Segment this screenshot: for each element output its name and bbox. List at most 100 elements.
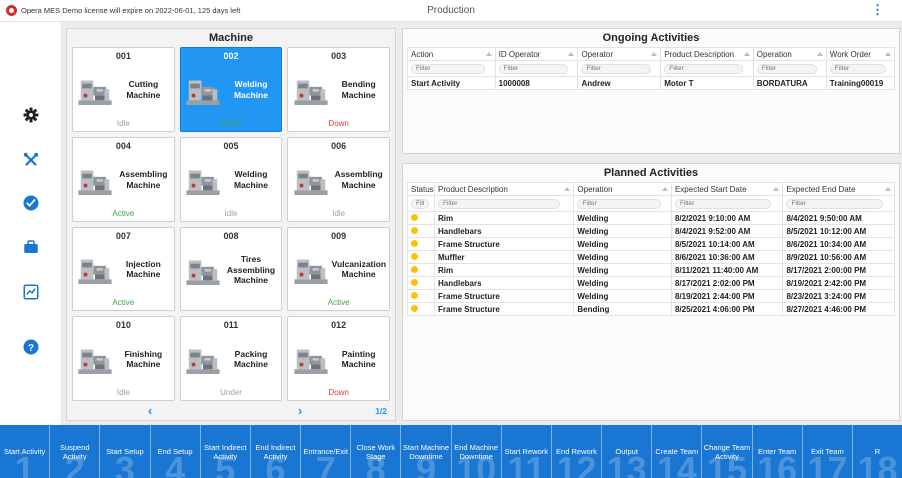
machine-card-body: Assembling Machine xyxy=(290,152,387,208)
filter-cell xyxy=(578,61,661,77)
planned-activity-row[interactable]: RimWelding8/11/2021 11:40:00 AM8/17/2021… xyxy=(408,264,895,277)
machine-status: Under xyxy=(220,387,242,399)
action-button-end-indirect-activity[interactable]: 6End Indirect Activity xyxy=(250,425,300,478)
planned-activity-row[interactable]: HandlebarsWelding8/4/2021 9:52:00 AM8/5/… xyxy=(408,225,895,238)
column-header-operation[interactable]: Operation xyxy=(753,48,826,61)
machine-card-002[interactable]: 002Welding MachineActive xyxy=(180,47,283,132)
filter-cell xyxy=(408,196,435,212)
machine-photo xyxy=(76,249,114,289)
settings-gear-icon[interactable] xyxy=(22,106,40,124)
machine-card-009[interactable]: 009Vulcanization MachineActive xyxy=(287,227,390,312)
machine-card-body: Packing Machine xyxy=(183,331,280,387)
machine-card-003[interactable]: 003Bending MachineDown xyxy=(287,47,390,132)
machine-card-006[interactable]: 006Assembling MachineIdle xyxy=(287,137,390,222)
action-button-suspend-activity[interactable]: 2Suspend Activity xyxy=(49,425,99,478)
column-header-status[interactable]: Status xyxy=(408,183,435,196)
column-header-expected-end-date[interactable]: Expected End Date xyxy=(783,183,895,196)
machine-photo xyxy=(184,339,222,379)
action-button-start-indirect-activity[interactable]: 5Start Indirect Activity xyxy=(200,425,250,478)
machine-card-body: Cutting Machine xyxy=(75,62,172,118)
machine-card-body: Assembling Machine xyxy=(75,152,172,208)
button-label: Entrance/Exit xyxy=(303,447,348,456)
machine-card-007[interactable]: 007Injection MachineActive xyxy=(72,227,175,312)
filter-cell xyxy=(661,61,754,77)
cell: Welding xyxy=(574,290,672,303)
planned-activity-row[interactable]: Frame StructureBending8/25/2021 4:06:00 … xyxy=(408,303,895,316)
machine-card-008[interactable]: 008Tires Assembling Machine xyxy=(180,227,283,312)
machine-name: Cutting Machine xyxy=(116,79,170,100)
action-button-end-rework[interactable]: 12End Rework xyxy=(551,425,601,478)
action-button-end-machine-downtime[interactable]: 10End Machine Downtime xyxy=(451,425,501,478)
column-header-id-operator[interactable]: ID Operator xyxy=(495,48,578,61)
filter-input-operation[interactable] xyxy=(577,199,660,209)
briefcase-icon[interactable] xyxy=(22,238,40,256)
machine-card-012[interactable]: 012Painting MachineDown xyxy=(287,316,390,401)
filter-input-action[interactable] xyxy=(411,64,485,74)
column-header-operator[interactable]: Operator xyxy=(578,48,661,61)
filter-cell xyxy=(671,196,783,212)
filter-input-operator[interactable] xyxy=(581,64,651,74)
action-button-start-machine-downtime[interactable]: 9Start Machine Downtime xyxy=(400,425,450,478)
sort-caret-icon xyxy=(885,187,891,191)
machine-card-011[interactable]: 011Packing MachineUnder xyxy=(180,316,283,401)
planned-activity-row[interactable]: MufflerWelding8/6/2021 10:36:00 AM8/9/20… xyxy=(408,251,895,264)
column-header-action[interactable]: Action xyxy=(408,48,496,61)
ongoing-activity-row[interactable]: Start Activity1000008AndrewMotor TBORDAT… xyxy=(408,77,895,90)
machine-status: Active xyxy=(112,208,134,220)
column-header-product-description[interactable]: Product Description xyxy=(661,48,754,61)
planned-activity-row[interactable]: HandlebarsWelding8/17/2021 2:02:00 PM8/1… xyxy=(408,277,895,290)
machine-name: Welding Machine xyxy=(224,169,278,190)
status-cell xyxy=(408,212,435,225)
machine-card-010[interactable]: 010Finishing MachineIdle xyxy=(72,316,175,401)
machine-number: 012 xyxy=(331,318,346,331)
machine-name: Assembling Machine xyxy=(332,169,386,190)
menu-kebab-icon[interactable]: ⋮ xyxy=(871,3,884,16)
action-button-end-setup[interactable]: 4End Setup xyxy=(150,425,200,478)
action-button-create-team[interactable]: 14Create Team xyxy=(651,425,701,478)
cell: Motor T xyxy=(661,77,754,90)
status-cell xyxy=(408,251,435,264)
machine-pager: ‹ › 1/2 xyxy=(67,401,395,420)
tools-icon[interactable] xyxy=(22,151,40,169)
action-button-start-setup[interactable]: 3Start Setup xyxy=(99,425,149,478)
check-circle-icon[interactable] xyxy=(22,194,40,212)
action-button-exit-team[interactable]: 17Exit Team xyxy=(802,425,852,478)
planned-activity-row[interactable]: Frame StructureWelding8/19/2021 2:44:00 … xyxy=(408,290,895,303)
filter-input-product-description[interactable] xyxy=(438,199,560,209)
next-page-button[interactable]: › xyxy=(294,404,306,417)
column-header-work-order[interactable]: Work Order xyxy=(826,48,894,61)
action-button-close-work-stage[interactable]: 8Close Work Stage xyxy=(350,425,400,478)
column-header-operation[interactable]: Operation xyxy=(574,183,672,196)
prev-page-button[interactable]: ‹ xyxy=(144,404,156,417)
machine-card-001[interactable]: 001Cutting MachineIdle xyxy=(72,47,175,132)
column-header-expected-start-date[interactable]: Expected Start Date xyxy=(671,183,783,196)
pending-status-dot-icon xyxy=(411,266,418,273)
machine-card-004[interactable]: 004Assembling MachineActive xyxy=(72,137,175,222)
machine-card-005[interactable]: 005Welding MachineIdle xyxy=(180,137,283,222)
pending-status-dot-icon xyxy=(411,227,418,234)
chart-icon[interactable] xyxy=(22,283,40,301)
planned-activity-row[interactable]: RimWelding8/2/2021 9:10:00 AM8/4/2021 9:… xyxy=(408,212,895,225)
action-button-entrance-exit[interactable]: 7Entrance/Exit xyxy=(300,425,350,478)
action-button-enter-team[interactable]: 16Enter Team xyxy=(752,425,802,478)
filter-input-status[interactable] xyxy=(411,199,429,209)
help-icon[interactable]: ? xyxy=(22,338,40,356)
action-button-start-activity[interactable]: 1Start Activity xyxy=(0,425,49,478)
filter-input-expected-start-date[interactable] xyxy=(675,199,771,209)
pending-status-dot-icon xyxy=(411,240,418,247)
action-button-change-team-activity[interactable]: 15Change Team Activity xyxy=(701,425,751,478)
filter-input-expected-end-date[interactable] xyxy=(786,199,882,209)
action-button-output[interactable]: 13Output xyxy=(601,425,651,478)
filter-input-work-order[interactable] xyxy=(830,64,886,74)
filter-input-id-operator[interactable] xyxy=(499,64,569,74)
pending-status-dot-icon xyxy=(411,253,418,260)
column-header-product-description[interactable]: Product Description xyxy=(435,183,574,196)
action-button-start-rework[interactable]: 11Start Rework xyxy=(501,425,551,478)
planned-activity-row[interactable]: Frame StructureWelding8/5/2021 10:14:00 … xyxy=(408,238,895,251)
filter-input-operation[interactable] xyxy=(757,64,818,74)
action-button-r[interactable]: 18R xyxy=(852,425,902,478)
filter-input-product-description[interactable] xyxy=(664,64,743,74)
app-window: Opera MES Demo license will expire on 20… xyxy=(0,0,902,478)
planned-activities-panel: Planned Activities StatusProduct Descrip… xyxy=(402,163,900,421)
button-label: R xyxy=(875,447,880,456)
